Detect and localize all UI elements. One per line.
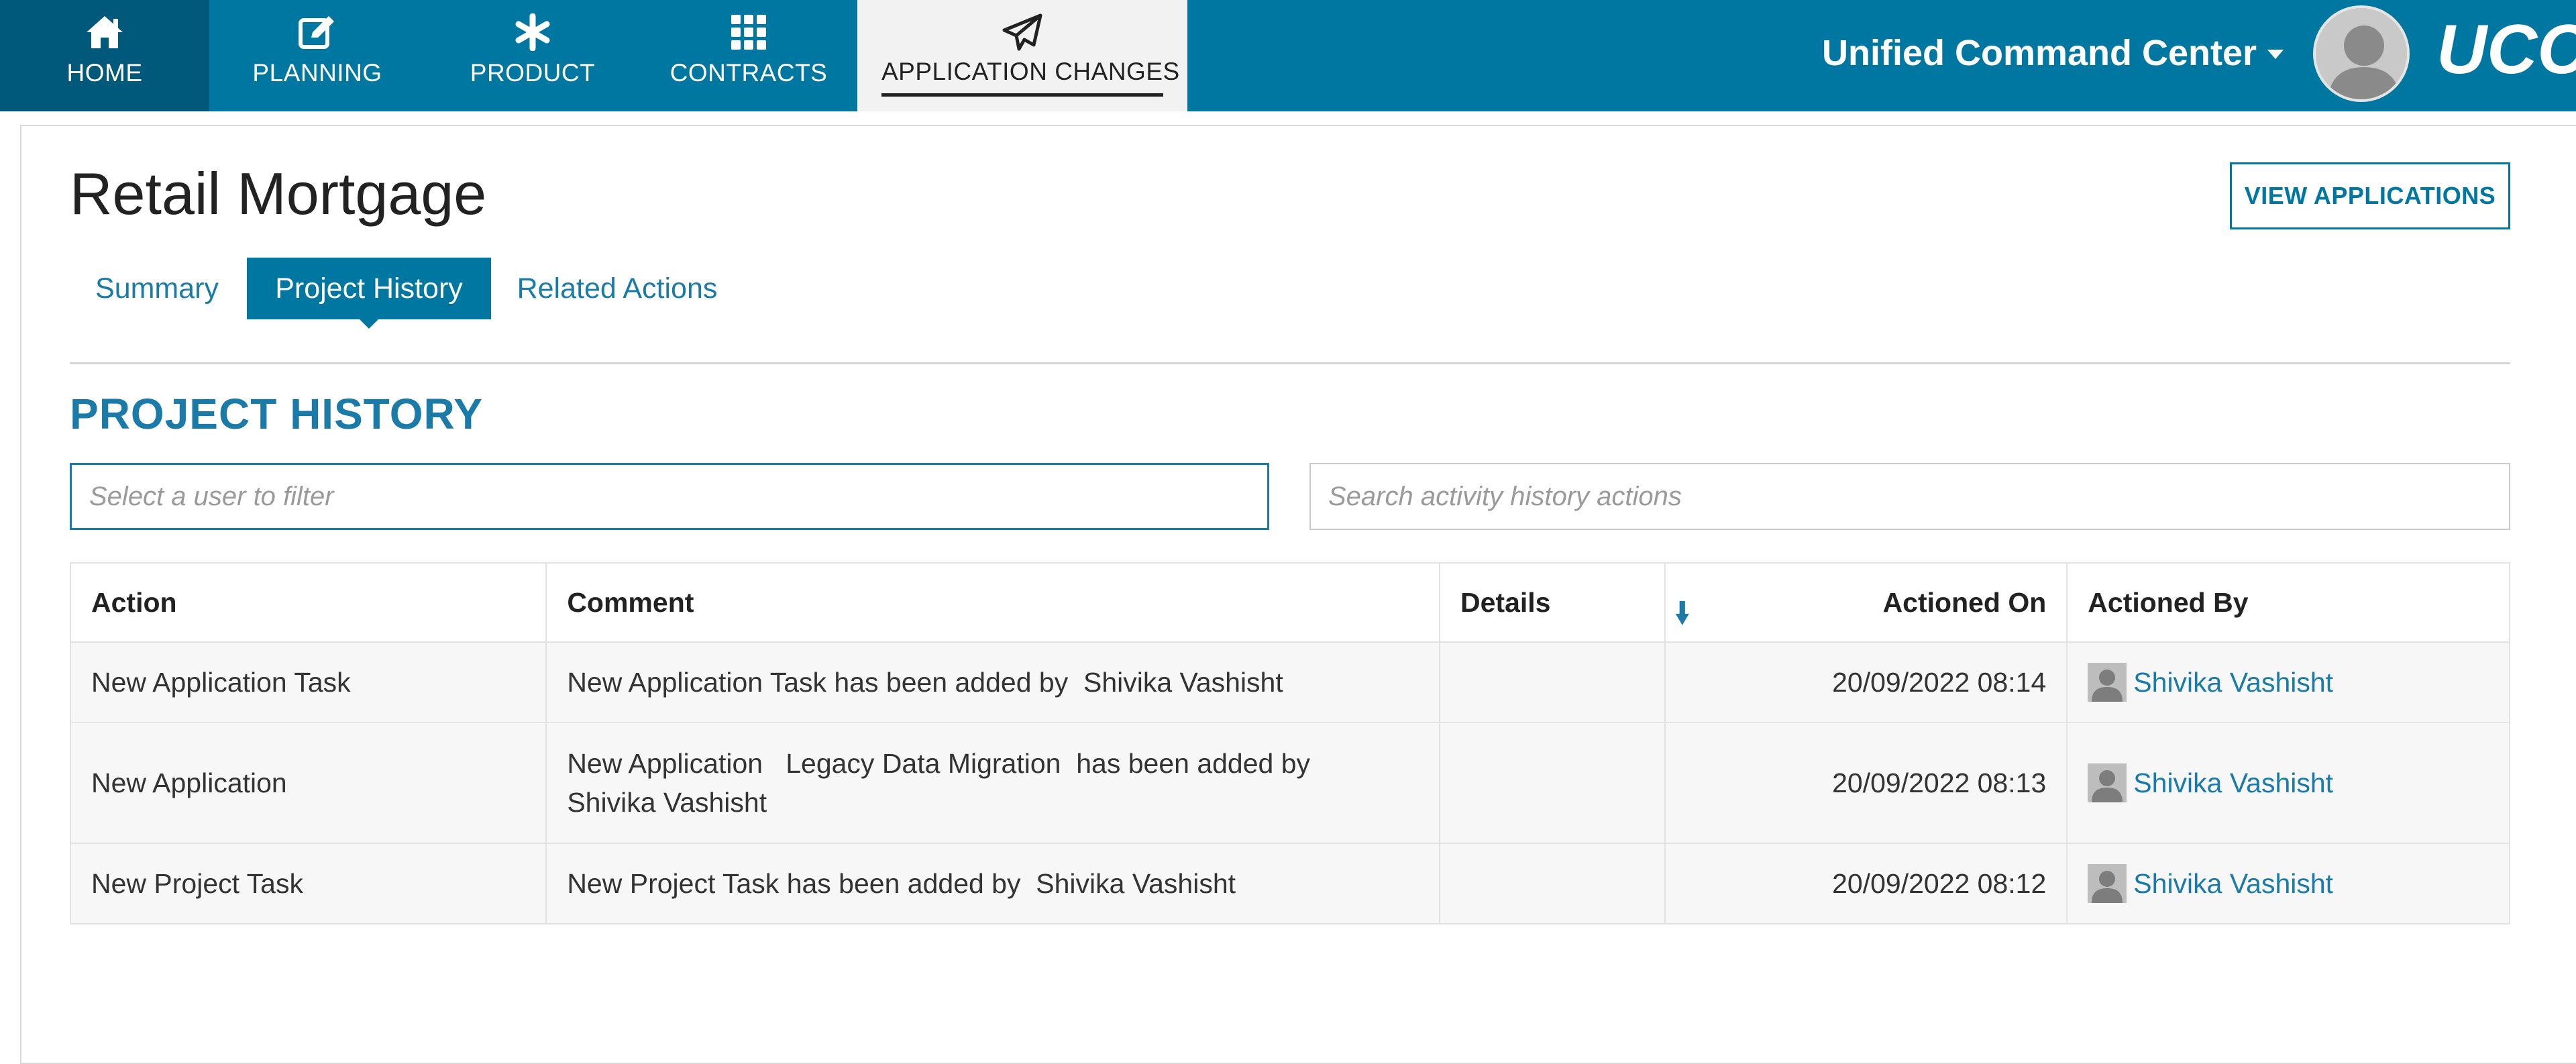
cell-actioned-by: Shivika Vashisht [2066, 641, 2510, 723]
view-applications-button[interactable]: VIEW APPLICATIONS [2230, 162, 2510, 229]
user-avatar[interactable] [2313, 5, 2410, 102]
nav-label-planning: PLANNING [252, 59, 382, 87]
edit-icon [209, 12, 425, 52]
tab-project-history-label: Project History [275, 272, 463, 305]
workspace-selector[interactable]: Unified Command Center [1822, 32, 2257, 74]
user-link[interactable]: Shivika Vashisht [2133, 868, 2333, 900]
user-filter-input[interactable] [70, 463, 1269, 530]
nav-item-contracts[interactable]: CONTRACTS [640, 0, 857, 111]
section-divider [70, 362, 2510, 364]
brand-logo: UCC [2436, 11, 2576, 89]
nav-label-home: HOME [66, 59, 143, 87]
cell-actioned-by: Shivika Vashisht [2066, 722, 2510, 844]
nav-label-application-changes: APPLICATION CHANGES [881, 58, 1180, 85]
top-navigation-bar: HOME PLANNING PRODUCT CONTRACTS APPLICAT… [0, 0, 2576, 111]
cell-action: New Project Task [69, 843, 547, 924]
table-row: New Project Task New Project Task has be… [69, 843, 2510, 924]
column-header-actioned-on-label: Actioned On [1882, 586, 2047, 618]
cell-comment: New Application Task has been added by S… [545, 641, 1441, 723]
cell-action: New Application [69, 722, 547, 844]
cell-actioned-on: 20/09/2022 08:12 [1664, 843, 2068, 924]
user-link[interactable]: Shivika Vashisht [2133, 763, 2333, 802]
nav-item-application-changes[interactable]: APPLICATION CHANGES [857, 0, 1187, 111]
user-link[interactable]: Shivika Vashisht [2133, 667, 2333, 698]
cell-action: New Application Task [69, 641, 547, 723]
activity-search-input[interactable] [1309, 463, 2510, 530]
user-avatar-icon [2088, 763, 2127, 802]
nav-label-product: PRODUCT [470, 59, 596, 87]
cell-details [1439, 722, 1666, 844]
tab-summary[interactable]: Summary [70, 258, 244, 319]
active-tab-pointer [360, 319, 378, 329]
column-header-details[interactable]: Details [1439, 562, 1666, 643]
cell-details [1439, 641, 1666, 723]
grid-icon [640, 12, 857, 52]
cell-details [1439, 843, 1666, 924]
column-header-comment[interactable]: Comment [545, 562, 1441, 643]
home-icon [0, 12, 209, 52]
table-row: New Application New Application Legacy D… [69, 722, 2510, 844]
table-header-row: Action Comment Details 🠛 Actioned On Act… [69, 562, 2510, 643]
cell-actioned-on: 20/09/2022 08:13 [1664, 722, 2068, 844]
column-header-actioned-by[interactable]: Actioned By [2066, 562, 2510, 643]
section-heading: PROJECT HISTORY [70, 390, 483, 438]
nav-item-product[interactable]: PRODUCT [425, 0, 640, 111]
cell-actioned-by: Shivika Vashisht [2066, 843, 2510, 924]
paper-plane-icon [857, 12, 1187, 52]
table-row: New Application Task New Application Tas… [69, 641, 2510, 723]
nav-item-home[interactable]: HOME [0, 0, 209, 111]
nav-item-planning[interactable]: PLANNING [209, 0, 425, 111]
person-icon [2328, 25, 2400, 99]
cell-comment: New Project Task has been added by Shivi… [545, 843, 1441, 924]
user-avatar-icon [2088, 663, 2127, 702]
cell-comment: New Application Legacy Data Migration ha… [545, 722, 1441, 844]
arrow-down-icon[interactable]: 🠛 [1675, 592, 1690, 642]
project-history-table: Action Comment Details 🠛 Actioned On Act… [69, 562, 2510, 924]
asterisk-icon [425, 12, 640, 52]
caret-down-icon[interactable] [2267, 50, 2284, 59]
page-title: Retail Mortgage [70, 160, 487, 227]
active-tab-underline: APPLICATION CHANGES [881, 58, 1180, 97]
nav-label-contracts: CONTRACTS [669, 59, 828, 87]
user-avatar-icon [2088, 864, 2127, 903]
cell-actioned-on: 20/09/2022 08:14 [1664, 641, 2068, 723]
column-header-action[interactable]: Action [69, 562, 547, 643]
tab-related-actions[interactable]: Related Actions [504, 258, 730, 319]
column-header-actioned-on[interactable]: 🠛 Actioned On [1664, 562, 2068, 643]
tab-project-history[interactable]: Project History [247, 258, 491, 329]
